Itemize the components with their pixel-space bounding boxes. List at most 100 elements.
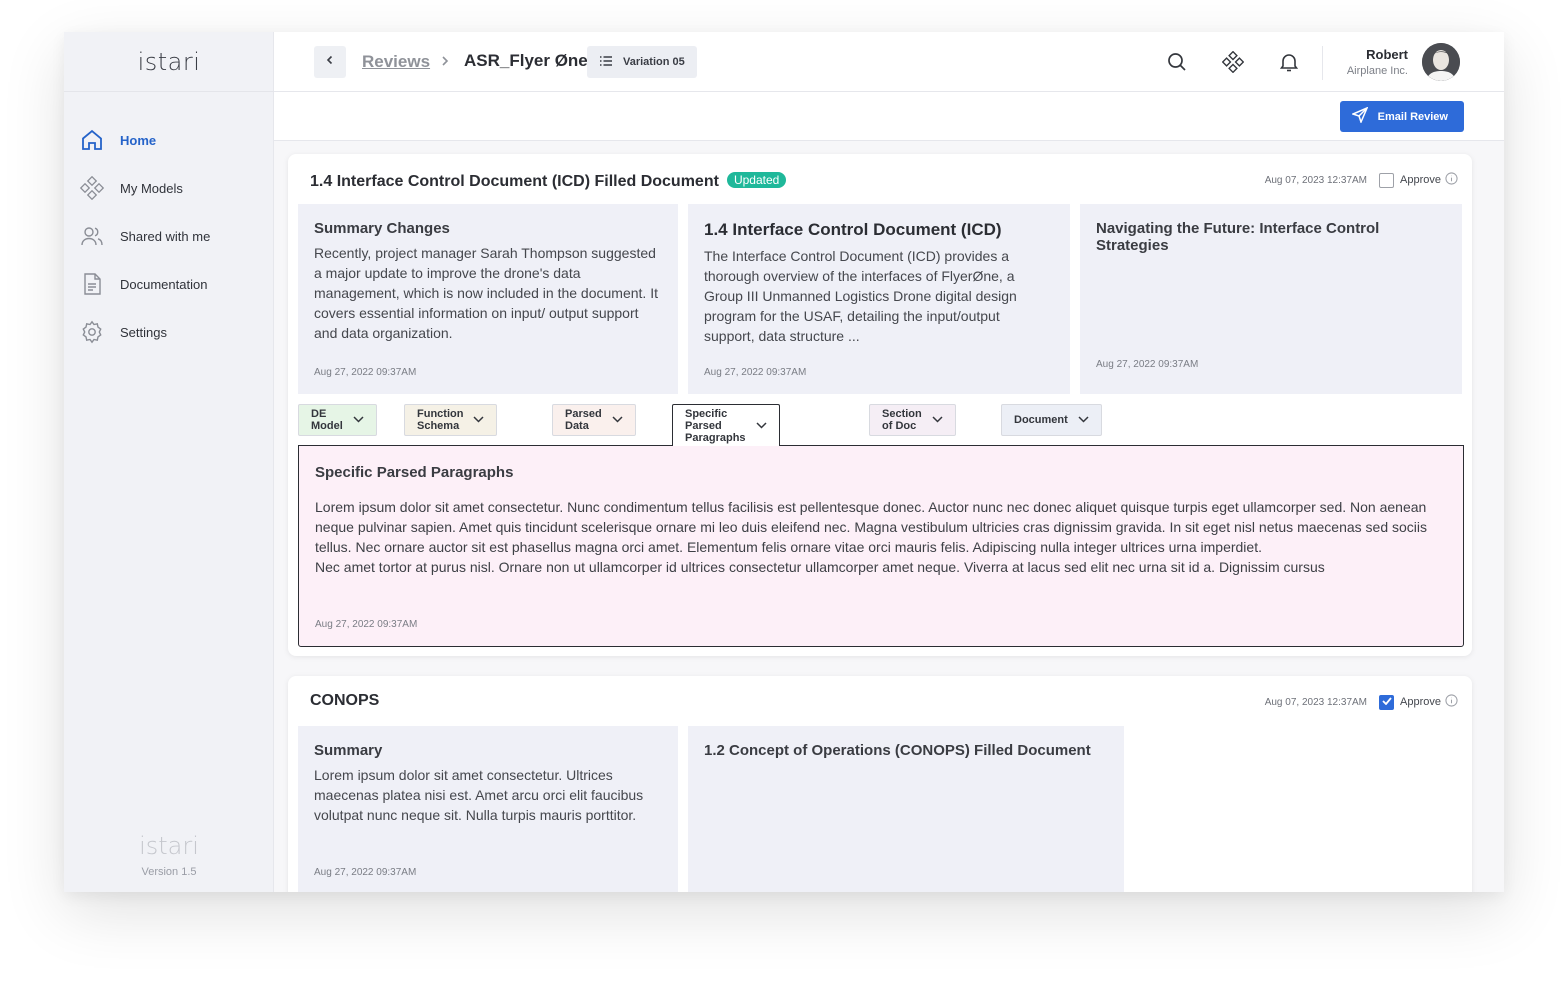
sidebar-item-my-models[interactable]: My Models: [64, 164, 274, 212]
tab-specific-parsed-paragraphs[interactable]: Specific Parsed Paragraphs: [672, 404, 780, 446]
logo-text: istari: [137, 47, 201, 76]
card-body: Recently, project manager Sarah Thompson…: [314, 245, 658, 341]
chevron-down-icon: [602, 414, 623, 426]
sidebar-item-settings[interactable]: Settings: [64, 308, 274, 356]
section-timestamp: Aug 07, 2023 12:37AM: [1264, 174, 1368, 186]
version-label: Version 1.5: [141, 866, 197, 878]
section-title-text: 1.4 Interface Control Document (ICD) Fil…: [310, 173, 719, 190]
section-title: CONOPS: [310, 692, 380, 709]
tab-label: Section of Doc: [882, 408, 922, 432]
review-section-icd: 1.4 Interface Control Document (ICD) Fil…: [288, 154, 1472, 656]
sidebar-item-label: Shared with me: [120, 228, 211, 244]
status-badge: Updated: [726, 172, 787, 188]
app-window: istari Home My Models Shared with me Doc…: [64, 32, 1504, 892]
chevron-down-icon: [746, 420, 767, 432]
user-name: Robert: [1366, 47, 1408, 62]
summary-changes-card: Summary Changes Recently, project manage…: [298, 204, 678, 394]
back-button[interactable]: [314, 46, 346, 78]
tab-panel-timestamp: Aug 27, 2022 09:37AM: [315, 619, 418, 630]
variation-selector[interactable]: Variation 05: [587, 46, 697, 78]
tab-function-schema[interactable]: Function Schema: [404, 404, 498, 436]
approve-checkbox[interactable]: [1379, 172, 1395, 188]
approve-checkbox[interactable]: [1379, 694, 1395, 710]
tab-label: Specific Parsed Paragraphs: [685, 407, 746, 444]
email-review-button[interactable]: Email Review: [1339, 101, 1464, 132]
approve-label: Approve: [1400, 174, 1441, 186]
card-heading: Navigating the Future: Interface Control…: [1096, 220, 1380, 254]
avatar[interactable]: [1422, 43, 1460, 81]
sidebar-footer: istari Version 1.5: [64, 832, 274, 878]
user-org: Airplane Inc.: [1346, 65, 1408, 77]
paragraph: Nec amet tortor at purus nisl. Ornare no…: [315, 559, 1325, 575]
check-icon: [1381, 696, 1392, 708]
chevron-down-icon: [343, 414, 364, 426]
tab-label: Parsed Data: [565, 408, 602, 432]
bell-icon[interactable]: [1277, 50, 1301, 74]
models-icon[interactable]: [1221, 50, 1245, 74]
sidebar: istari Home My Models Shared with me Doc…: [64, 32, 274, 892]
approve-label: Approve: [1400, 696, 1441, 708]
send-icon: [1350, 106, 1378, 126]
chevron-down-icon: [1068, 414, 1089, 426]
section-meta: Aug 07, 2023 12:37AM Approve: [1265, 694, 1458, 710]
tab-section-of-doc[interactable]: Section of Doc: [869, 404, 956, 436]
breadcrumb-reviews-link[interactable]: Reviews: [362, 52, 430, 72]
card-heading: 1.4 Interface Control Document (ICD): [704, 220, 1002, 239]
sidebar-item-label: Home: [120, 132, 157, 148]
card-timestamp: Aug 27, 2022 09:37AM: [1096, 359, 1199, 370]
sidebar-item-label: My Models: [120, 180, 183, 196]
tab-label: Document: [1014, 414, 1068, 426]
logo[interactable]: istari: [64, 32, 274, 92]
tab-de-model[interactable]: DE Model: [298, 404, 377, 436]
card-heading: 1.2 Concept of Operations (CONOPS) Fille…: [704, 742, 1091, 759]
card-timestamp: Aug 27, 2022 09:37AM: [704, 367, 807, 378]
list-icon: [599, 55, 623, 70]
chevron-down-icon: [922, 414, 943, 426]
sidebar-item-label: Settings: [120, 324, 167, 340]
sidebar-item-shared[interactable]: Shared with me: [64, 212, 274, 260]
review-section-conops: CONOPS Aug 07, 2023 12:37AM Approve Summ…: [288, 676, 1472, 892]
tab-parsed-data[interactable]: Parsed Data: [552, 404, 636, 436]
summary-card: Summary Lorem ipsum dolor sit amet conse…: [298, 726, 678, 892]
document-icon: [80, 272, 104, 296]
footer-logo: istari: [139, 832, 199, 860]
icd-card: 1.4 Interface Control Document (ICD) The…: [688, 204, 1070, 394]
sidebar-item-documentation[interactable]: Documentation: [64, 260, 274, 308]
search-icon[interactable]: [1165, 50, 1189, 74]
card-heading: Summary Changes: [314, 220, 450, 237]
chevron-down-icon: [463, 414, 484, 426]
sidebar-item-label: Documentation: [120, 276, 208, 292]
models-icon: [80, 176, 104, 200]
section-timestamp: Aug 07, 2023 12:37AM: [1264, 696, 1368, 708]
home-icon: [80, 128, 104, 152]
top-bar: Reviews ASR_Flyer Øne Variation 05 Rober…: [274, 32, 1504, 92]
tab-panel-body: Lorem ipsum dolor sit amet consectetur. …: [315, 497, 1447, 577]
sidebar-nav: Home My Models Shared with me Documentat…: [64, 116, 274, 356]
tab-label: Function Schema: [417, 408, 464, 432]
card-timestamp: Aug 27, 2022 09:37AM: [314, 367, 417, 378]
tab-document[interactable]: Document: [1001, 404, 1102, 436]
section-title: 1.4 Interface Control Document (ICD) Fil…: [310, 172, 787, 191]
card-body: Lorem ipsum dolor sit amet consectetur. …: [314, 767, 644, 823]
chevron-right-icon: [440, 54, 450, 72]
strategies-card: Navigating the Future: Interface Control…: [1080, 204, 1462, 394]
variation-label: Variation 05: [623, 56, 685, 68]
info-icon[interactable]: [1445, 694, 1458, 710]
card-body: The Interface Control Document (ICD) pro…: [704, 248, 1017, 344]
chevron-left-icon: [324, 53, 336, 71]
page-title: ASR_Flyer Øne: [464, 51, 588, 70]
card-heading: Summary: [314, 742, 383, 759]
info-icon[interactable]: [1445, 172, 1458, 188]
gear-icon: [80, 320, 104, 344]
email-review-label: Email Review: [1377, 110, 1448, 123]
users-icon: [80, 224, 104, 248]
paragraph: Lorem ipsum dolor sit amet consectetur. …: [315, 499, 1428, 555]
conops-card: 1.2 Concept of Operations (CONOPS) Fille…: [688, 726, 1124, 892]
section-meta: Aug 07, 2023 12:37AM Approve: [1265, 172, 1458, 188]
tab-label: DE Model: [311, 408, 343, 432]
divider: [1322, 46, 1323, 80]
review-content[interactable]: 1.4 Interface Control Document (ICD) Fil…: [274, 142, 1504, 892]
tab-panel-title: Specific Parsed Paragraphs: [315, 464, 514, 481]
action-bar: Email Review: [274, 92, 1504, 141]
sidebar-item-home[interactable]: Home: [64, 116, 274, 164]
